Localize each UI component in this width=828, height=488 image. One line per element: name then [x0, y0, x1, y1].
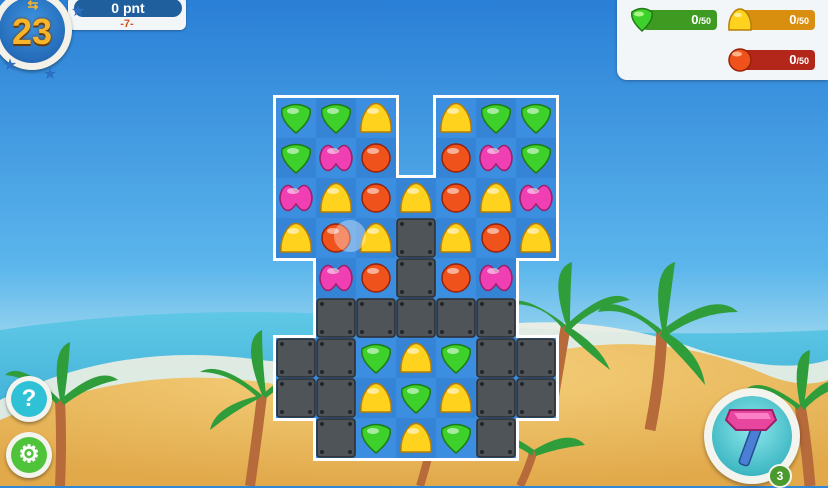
goal-yellow: 0/50 [725, 6, 825, 32]
goals-panel: 0/50 0/50 0/50 [617, 0, 828, 80]
candy-red[interactable] [441, 183, 471, 213]
yellow-candy-icon [728, 8, 752, 31]
moves-counter-inner: ⇆ 23 [0, 0, 65, 63]
metal-blocker [316, 418, 356, 458]
settings-button[interactable]: ⚙ [6, 432, 52, 478]
goal-red: 0/50 [725, 46, 825, 72]
metal-blocker [476, 298, 516, 338]
metal-blocker [316, 338, 356, 378]
gear-icon: ⚙ [11, 437, 47, 473]
metal-blocker [356, 298, 396, 338]
metal-blocker [276, 338, 316, 378]
selection-indicator [334, 220, 366, 252]
candy-red[interactable] [441, 263, 471, 293]
metal-blocker [436, 298, 476, 338]
score-value: 0 pnt [74, 0, 182, 17]
hammer-count-badge: 3 [768, 464, 792, 488]
moves-score-panel: 0 pnt -7- ⇆ 23 ★ ★ ★ [0, 0, 200, 83]
star-icon-3: ★ [42, 66, 58, 83]
green-candy-icon [630, 7, 654, 33]
metal-blocker [396, 258, 436, 298]
metal-blocker [476, 418, 516, 458]
goal-green-total: /50 [698, 16, 711, 26]
metal-blocker [276, 378, 316, 418]
help-button[interactable]: ? [6, 376, 52, 422]
candy-red[interactable] [361, 143, 391, 173]
star-icon-2: ★ [2, 57, 18, 74]
metal-blocker [396, 298, 436, 338]
metal-blocker [396, 218, 436, 258]
red-candy-icon [728, 48, 752, 72]
hammer-booster-button[interactable]: 3 [704, 388, 800, 488]
question-icon: ? [11, 381, 47, 417]
goal-red-total: /50 [796, 56, 809, 66]
metal-blocker [316, 378, 356, 418]
candy-red[interactable] [361, 263, 391, 293]
goal-yellow-total: /50 [796, 16, 809, 26]
metal-blocker [516, 338, 556, 378]
metal-blocker [476, 338, 516, 378]
moves-remaining: 23 [11, 11, 53, 52]
candy-red[interactable] [441, 143, 471, 173]
candy-red[interactable] [361, 183, 391, 213]
star-icon-1: ★ [70, 3, 86, 20]
candy-red[interactable] [481, 223, 511, 253]
metal-blocker [516, 378, 556, 418]
metal-blocker [316, 298, 356, 338]
metal-blocker [476, 378, 516, 418]
goal-green: 0/50 [627, 6, 727, 33]
